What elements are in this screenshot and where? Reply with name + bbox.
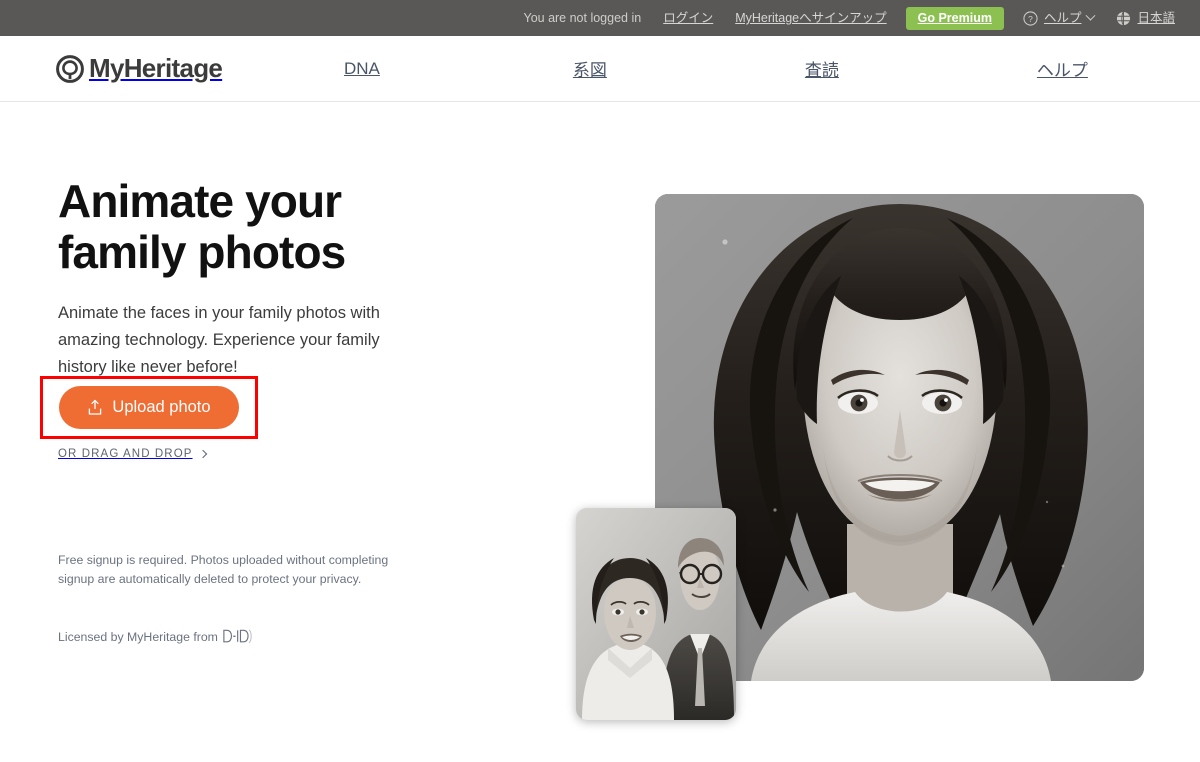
question-circle-icon: ? — [1023, 10, 1038, 26]
nav-item-dna[interactable]: DNA — [330, 59, 394, 79]
help-menu[interactable]: ? ヘルプ — [1012, 0, 1106, 36]
hero-content: Animate your family photos Animate the f… — [40, 175, 488, 644]
top-utility-bar: You are not logged in ログイン MyHeritageへサイ… — [0, 0, 1200, 36]
myheritage-logo-icon — [56, 54, 84, 83]
family-photo-thumbnail[interactable] — [576, 508, 736, 720]
globe-icon — [1116, 11, 1131, 26]
upload-photo-button[interactable]: Upload photo — [59, 386, 239, 429]
brand-name: MyHeritage — [89, 53, 223, 83]
nav-item-family-tree[interactable]: 系図 — [559, 56, 621, 81]
page-title: Animate your family photos — [58, 175, 346, 279]
main-navigation: MyHeritage DNA 系図 査読 ヘルプ — [0, 36, 1200, 102]
chevron-down-icon — [1086, 10, 1096, 21]
license-attribution: Licensed by MyHeritage from — [58, 628, 253, 645]
hero-section: Animate your family photos Animate the f… — [0, 102, 1200, 762]
hero-subtitle: Animate the faces in your family photos … — [58, 304, 380, 376]
upload-icon — [87, 399, 103, 416]
legal-disclaimer: Free signup is required. Photos uploaded… — [58, 553, 389, 587]
upload-photo-label: Upload photo — [112, 398, 211, 416]
login-status-text: You are not logged in — [523, 11, 642, 25]
upload-highlight-box: Upload photo — [40, 376, 258, 439]
language-label: 日本語 — [1137, 11, 1175, 25]
nav-item-records[interactable]: 査読 — [791, 56, 853, 81]
drag-and-drop-label: OR DRAG AND DROP — [58, 448, 193, 460]
brand-logo[interactable]: MyHeritage — [56, 53, 223, 84]
language-selector[interactable]: 日本語 — [1105, 0, 1186, 36]
license-text: Licensed by MyHeritage from — [58, 629, 218, 644]
svg-text:?: ? — [1028, 13, 1033, 23]
chevron-right-icon — [198, 449, 207, 459]
help-menu-label: ヘルプ — [1043, 11, 1082, 25]
couple-portrait-illustration — [576, 508, 736, 720]
nav-item-help[interactable]: ヘルプ — [1023, 56, 1102, 81]
drag-and-drop-link[interactable]: OR DRAG AND DROP — [58, 448, 207, 460]
login-link[interactable]: ログイン — [652, 0, 724, 36]
d-id-logo-icon — [223, 628, 253, 645]
signup-link[interactable]: MyHeritageへサインアップ — [724, 0, 897, 36]
go-premium-button[interactable]: Go Premium — [905, 6, 1004, 30]
nav-links: DNA 系図 査読 ヘルプ — [300, 56, 1102, 81]
